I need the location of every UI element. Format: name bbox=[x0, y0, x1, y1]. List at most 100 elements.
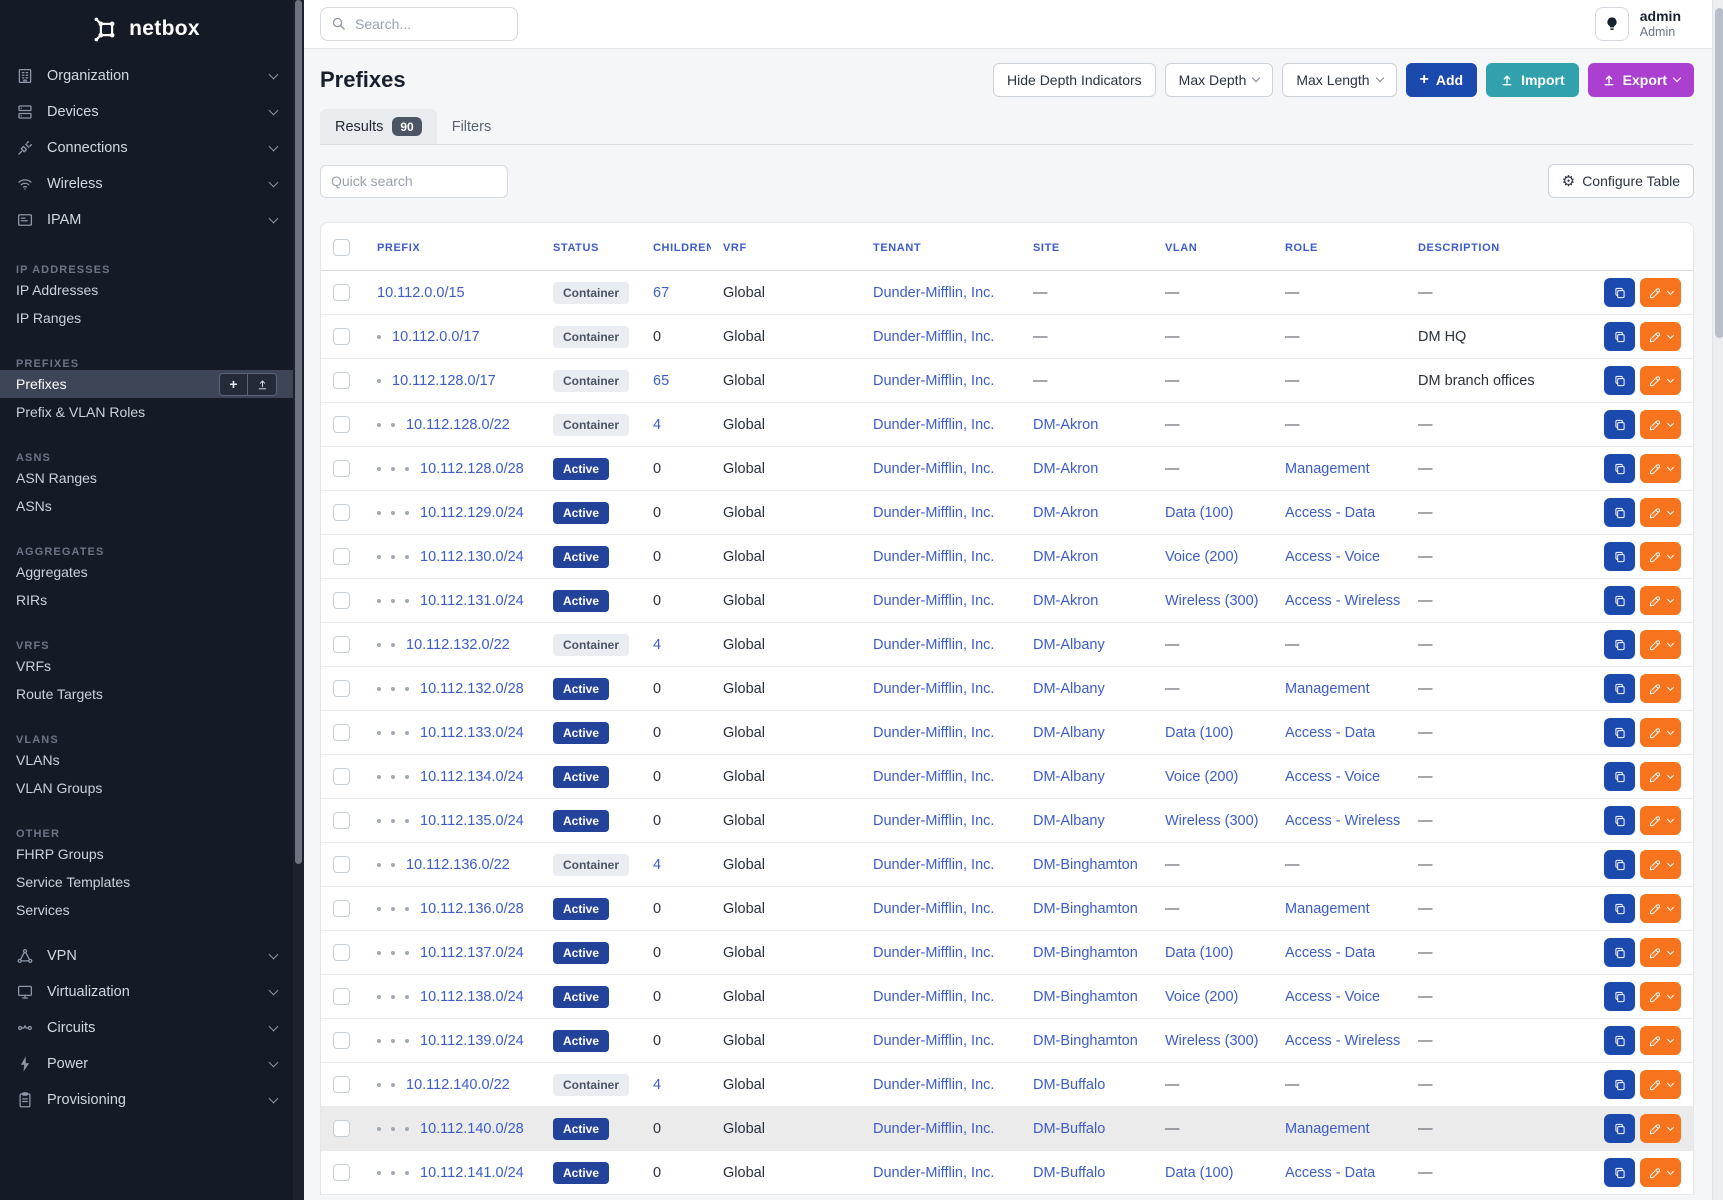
sidebar-item-vlan-groups[interactable]: VLAN Groups bbox=[0, 774, 293, 802]
copy-button[interactable] bbox=[1604, 982, 1635, 1011]
vlan-link[interactable]: Wireless (300) bbox=[1165, 593, 1258, 609]
row-checkbox[interactable] bbox=[333, 1120, 350, 1137]
sidebar-item-ip-ranges[interactable]: IP Ranges bbox=[0, 304, 293, 332]
edit-button[interactable] bbox=[1640, 850, 1681, 879]
row-checkbox[interactable] bbox=[333, 724, 350, 741]
site-link[interactable]: DM-Akron bbox=[1033, 505, 1098, 521]
row-checkbox[interactable] bbox=[333, 812, 350, 829]
site-link[interactable]: DM-Binghamton bbox=[1033, 857, 1138, 873]
page-scrollbar[interactable] bbox=[1712, 0, 1723, 1200]
sidebar-item-vrfs[interactable]: VRFs bbox=[0, 652, 293, 680]
row-checkbox[interactable] bbox=[333, 1032, 350, 1049]
row-checkbox[interactable] bbox=[333, 504, 350, 521]
edit-button[interactable] bbox=[1640, 674, 1681, 703]
tenant-link[interactable]: Dunder-Mifflin, Inc. bbox=[873, 417, 994, 433]
copy-button[interactable] bbox=[1604, 718, 1635, 747]
vlan-link[interactable]: Voice (200) bbox=[1165, 769, 1238, 785]
tenant-link[interactable]: Dunder-Mifflin, Inc. bbox=[873, 1165, 994, 1181]
edit-button[interactable] bbox=[1640, 454, 1681, 483]
tenant-link[interactable]: Dunder-Mifflin, Inc. bbox=[873, 945, 994, 961]
copy-button[interactable] bbox=[1604, 366, 1635, 395]
children-count-link[interactable]: 4 bbox=[653, 417, 661, 433]
role-link[interactable]: Management bbox=[1285, 461, 1370, 477]
children-count-link[interactable]: 4 bbox=[653, 637, 661, 653]
vlan-link[interactable]: Wireless (300) bbox=[1165, 813, 1258, 829]
role-link[interactable]: Access - Voice bbox=[1285, 769, 1380, 785]
copy-button[interactable] bbox=[1604, 498, 1635, 527]
prefix-link[interactable]: 10.112.137.0/24 bbox=[420, 945, 524, 961]
page-scrollbar-thumb[interactable] bbox=[1715, 8, 1723, 338]
prefix-link[interactable]: 10.112.133.0/24 bbox=[420, 725, 524, 741]
copy-button[interactable] bbox=[1604, 322, 1635, 351]
tenant-link[interactable]: Dunder-Mifflin, Inc. bbox=[873, 505, 994, 521]
vlan-link[interactable]: Data (100) bbox=[1165, 505, 1234, 521]
sidebar-item-devices[interactable]: Devices bbox=[0, 94, 293, 130]
site-link[interactable]: DM-Binghamton bbox=[1033, 1033, 1138, 1049]
vlan-link[interactable]: Wireless (300) bbox=[1165, 1033, 1258, 1049]
sidebar-item-rirs[interactable]: RIRs bbox=[0, 586, 293, 614]
copy-button[interactable] bbox=[1604, 1026, 1635, 1055]
copy-button[interactable] bbox=[1604, 762, 1635, 791]
tab-filters[interactable]: Filters bbox=[437, 109, 506, 144]
row-checkbox[interactable] bbox=[333, 856, 350, 873]
prefix-link[interactable]: 10.112.0.0/15 bbox=[377, 285, 465, 301]
tenant-link[interactable]: Dunder-Mifflin, Inc. bbox=[873, 725, 994, 741]
sidebar-item-provisioning[interactable]: Provisioning bbox=[0, 1082, 293, 1118]
row-checkbox[interactable] bbox=[333, 460, 350, 477]
site-link[interactable]: DM-Binghamton bbox=[1033, 945, 1138, 961]
row-checkbox[interactable] bbox=[333, 548, 350, 565]
prefix-link[interactable]: 10.112.129.0/24 bbox=[420, 505, 524, 521]
tenant-link[interactable]: Dunder-Mifflin, Inc. bbox=[873, 901, 994, 917]
select-all-checkbox[interactable] bbox=[333, 239, 350, 256]
copy-button[interactable] bbox=[1604, 454, 1635, 483]
prefix-link[interactable]: 10.112.139.0/24 bbox=[420, 1033, 524, 1049]
sidebar-item-ip-addresses[interactable]: IP Addresses bbox=[0, 276, 293, 304]
vlan-link[interactable]: Data (100) bbox=[1165, 945, 1234, 961]
prefix-link[interactable]: 10.112.131.0/24 bbox=[420, 593, 524, 609]
site-link[interactable]: DM-Albany bbox=[1033, 813, 1105, 829]
tenant-link[interactable]: Dunder-Mifflin, Inc. bbox=[873, 1077, 994, 1093]
netbox-logo[interactable]: netbox bbox=[0, 0, 293, 58]
sidebar-item-services[interactable]: Services bbox=[0, 896, 293, 924]
sidebar-item-prefix-vlan-roles[interactable]: Prefix & VLAN Roles bbox=[0, 398, 293, 426]
prefix-link[interactable]: 10.112.141.0/24 bbox=[420, 1165, 524, 1181]
sidebar-item-route-targets[interactable]: Route Targets bbox=[0, 680, 293, 708]
site-link[interactable]: DM-Albany bbox=[1033, 769, 1105, 785]
vlan-link[interactable]: Voice (200) bbox=[1165, 549, 1238, 565]
prefix-link[interactable]: 10.112.140.0/22 bbox=[406, 1077, 510, 1093]
sidebar-scrollbar-thumb[interactable] bbox=[295, 0, 302, 864]
copy-button[interactable] bbox=[1604, 894, 1635, 923]
sidebar-item-vlans[interactable]: VLANs bbox=[0, 746, 293, 774]
edit-button[interactable] bbox=[1640, 630, 1681, 659]
copy-button[interactable] bbox=[1604, 630, 1635, 659]
sidebar-item-power[interactable]: Power bbox=[0, 1046, 293, 1082]
sidebar-add-button[interactable]: + bbox=[219, 373, 248, 396]
role-link[interactable]: Management bbox=[1285, 681, 1370, 697]
edit-button[interactable] bbox=[1640, 1070, 1681, 1099]
copy-button[interactable] bbox=[1604, 1114, 1635, 1143]
role-link[interactable]: Access - Data bbox=[1285, 1165, 1375, 1181]
tenant-link[interactable]: Dunder-Mifflin, Inc. bbox=[873, 857, 994, 873]
tenant-link[interactable]: Dunder-Mifflin, Inc. bbox=[873, 461, 994, 477]
children-count-link[interactable]: 4 bbox=[653, 857, 661, 873]
site-link[interactable]: DM-Buffalo bbox=[1033, 1165, 1105, 1181]
prefix-link[interactable]: 10.112.134.0/24 bbox=[420, 769, 524, 785]
tenant-link[interactable]: Dunder-Mifflin, Inc. bbox=[873, 593, 994, 609]
edit-button[interactable] bbox=[1640, 542, 1681, 571]
user-menu[interactable]: admin Admin bbox=[1640, 8, 1681, 40]
sidebar-item-wireless[interactable]: Wireless bbox=[0, 166, 293, 202]
sidebar-item-organization[interactable]: Organization bbox=[0, 58, 293, 94]
sidebar-scrollbar[interactable] bbox=[293, 0, 304, 1200]
role-link[interactable]: Access - Voice bbox=[1285, 549, 1380, 565]
site-link[interactable]: DM-Albany bbox=[1033, 637, 1105, 653]
copy-button[interactable] bbox=[1604, 938, 1635, 967]
row-checkbox[interactable] bbox=[333, 284, 350, 301]
prefix-link[interactable]: 10.112.128.0/22 bbox=[406, 417, 510, 433]
sidebar-item-ipam[interactable]: IPAM bbox=[0, 202, 293, 238]
children-count-link[interactable]: 67 bbox=[653, 285, 669, 301]
row-checkbox[interactable] bbox=[333, 1164, 350, 1181]
row-checkbox[interactable] bbox=[333, 372, 350, 389]
edit-button[interactable] bbox=[1640, 498, 1681, 527]
site-link[interactable]: DM-Binghamton bbox=[1033, 901, 1138, 917]
copy-button[interactable] bbox=[1604, 410, 1635, 439]
